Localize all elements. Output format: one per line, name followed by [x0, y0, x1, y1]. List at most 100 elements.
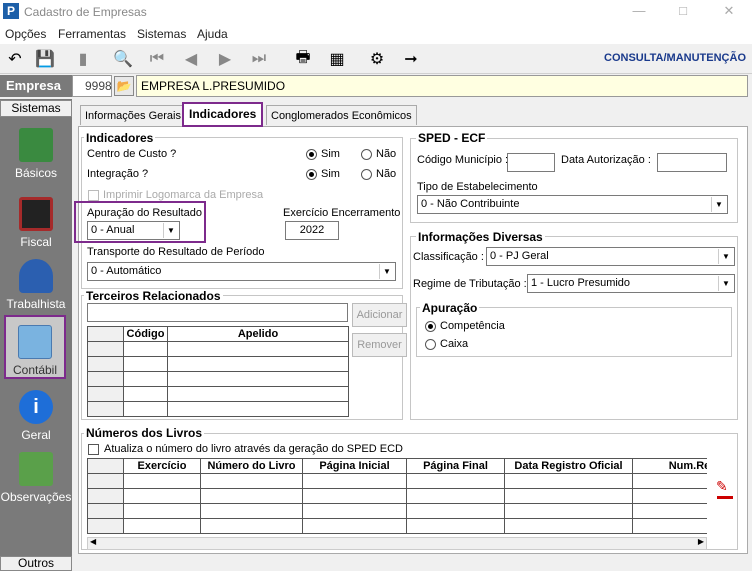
sidebar-item-observacoes[interactable]: Observações	[0, 452, 72, 512]
sidebar-item-fiscal[interactable]: Fiscal	[0, 197, 72, 257]
bookmark-icon[interactable]: ▮	[72, 48, 94, 70]
table-row[interactable]	[87, 518, 707, 534]
centro-custo-sim-radio[interactable]	[306, 149, 317, 160]
centro-custo-nao-radio[interactable]	[361, 149, 372, 160]
chevron-down-icon: ▼	[718, 276, 733, 291]
col-numero-livro[interactable]: Número do Livro	[200, 458, 303, 474]
competencia-label: Competência	[440, 320, 505, 332]
sidebar-header[interactable]: Sistemas	[0, 100, 72, 117]
sidebar-item-label: Trabalhista	[6, 297, 66, 311]
sidebar-item-label: Básicos	[14, 166, 58, 180]
cod-municipio-input[interactable]	[507, 153, 555, 172]
last-icon[interactable]: ⏭	[248, 48, 270, 70]
sidebar-item-contabil[interactable]: Contábil	[4, 315, 66, 379]
scroll-left-icon[interactable]: ◀	[90, 537, 96, 546]
integracao-nao-radio[interactable]	[361, 169, 372, 180]
table-row[interactable]	[87, 401, 349, 417]
table-row[interactable]	[87, 503, 707, 519]
classificacao-value: 0 - PJ Geral	[490, 250, 549, 262]
table-row[interactable]	[87, 356, 349, 372]
apuracao-select[interactable]: 0 - Anual ▼	[87, 221, 180, 240]
empresa-label: Empresa	[0, 75, 72, 97]
printer-icon[interactable]: 🖶	[292, 48, 314, 70]
caixa-radio[interactable]	[425, 339, 436, 350]
info-icon: i	[19, 390, 53, 424]
sidebar-footer[interactable]: Outros	[0, 556, 72, 571]
menu-ferramentas[interactable]: Ferramentas	[58, 27, 126, 41]
col-data-registro[interactable]: Data Registro Oficial	[504, 458, 633, 474]
empresa-code-input[interactable]: 9998	[72, 75, 112, 97]
sidebar-item-label: Fiscal	[20, 235, 52, 249]
competencia-radio[interactable]	[425, 321, 436, 332]
scroll-right-icon[interactable]: ▶	[698, 537, 704, 546]
chevron-down-icon: ▼	[711, 197, 726, 212]
empresa-name-field: EMPRESA L.PRESUMIDO	[136, 75, 748, 97]
tab-indicadores[interactable]: Indicadores	[182, 102, 264, 127]
col-exercicio[interactable]: Exercício	[123, 458, 201, 474]
adicionar-button[interactable]: Adicionar	[352, 303, 407, 327]
print-preview-icon[interactable]: 🔍	[112, 48, 134, 70]
exit-icon[interactable]: ➞	[400, 48, 422, 70]
regime-label: Regime de Tributação :	[413, 278, 527, 290]
menu-ajuda[interactable]: Ajuda	[197, 27, 228, 41]
table-row[interactable]	[87, 488, 707, 504]
undo-icon[interactable]: ↶	[4, 48, 26, 70]
col-pagina-final[interactable]: Página Final	[406, 458, 505, 474]
col-apelido[interactable]: Apelido	[167, 326, 349, 342]
transporte-label: Transporte do Resultado de Período	[87, 246, 265, 258]
cod-municipio-label: Código Município :	[417, 154, 509, 166]
close-icon[interactable]: ✕	[722, 4, 736, 18]
table-row[interactable]	[87, 341, 349, 357]
table-row[interactable]	[87, 371, 349, 387]
menu-opcoes[interactable]: Opções	[5, 27, 46, 41]
table-row[interactable]	[87, 473, 707, 489]
tipo-estab-select[interactable]: 0 - Não Contribuinte ▼	[417, 195, 728, 214]
centro-custo-nao-label: Não	[376, 148, 397, 160]
data-autorizacao-input[interactable]	[657, 153, 727, 172]
calculator-icon	[18, 325, 52, 359]
edit-pencil-icon[interactable]: ✎	[716, 478, 728, 495]
apuracao-title: Apuração	[420, 301, 480, 315]
livros-hscrollbar[interactable]: ◀ ▶	[87, 537, 707, 550]
previous-icon[interactable]: ◀	[180, 48, 202, 70]
menu-sistemas[interactable]: Sistemas	[137, 27, 186, 41]
book-icon	[19, 128, 53, 162]
regime-select[interactable]: 1 - Lucro Presumido ▼	[527, 274, 735, 293]
sidebar-item-trabalhista[interactable]: Trabalhista	[0, 259, 72, 319]
calculator-icon[interactable]: ▦	[326, 48, 348, 70]
remove-line-icon[interactable]	[717, 496, 733, 499]
transporte-select[interactable]: 0 - Automático ▼	[87, 262, 396, 281]
maximize-icon[interactable]: □	[676, 4, 690, 18]
classificacao-label: Classificação :	[413, 251, 484, 263]
open-folder-icon[interactable]: 📂	[114, 76, 134, 96]
integracao-sim-label: Sim	[321, 168, 340, 180]
integracao-sim-radio[interactable]	[306, 169, 317, 180]
imprimir-logo-checkbox[interactable]	[88, 190, 99, 201]
filter-icon[interactable]: ⚙	[366, 48, 388, 70]
integracao-nao-label: Não	[376, 168, 397, 180]
apuracao-value: 0 - Anual	[91, 224, 135, 236]
remover-button[interactable]: Remover	[352, 333, 407, 357]
col-codigo[interactable]: Código	[123, 326, 168, 342]
exercicio-input[interactable]: 2022	[285, 221, 339, 240]
terceiros-input[interactable]	[87, 303, 348, 322]
tab-informacoes-gerais[interactable]: Informações Gerais	[80, 105, 186, 125]
indicadores-title: Indicadores	[84, 131, 156, 145]
tab-conglomerados[interactable]: Conglomerados Econômicos	[266, 105, 417, 125]
classificacao-select[interactable]: 0 - PJ Geral ▼	[486, 247, 735, 266]
sidebar-item-geral[interactable]: i Geral	[0, 390, 72, 450]
first-icon[interactable]: ⏮	[146, 48, 168, 70]
minimize-icon[interactable]: —	[632, 4, 646, 18]
col-num-re[interactable]: Num.Re	[632, 458, 707, 474]
chevron-down-icon: ▼	[163, 223, 178, 238]
sidebar-item-basicos[interactable]: Básicos	[0, 128, 72, 188]
atualiza-livro-checkbox[interactable]	[88, 444, 99, 455]
mode-label: CONSULTA/MANUTENÇÃO	[604, 52, 746, 64]
tipo-estab-value: 0 - Não Contribuinte	[421, 198, 520, 210]
data-autorizacao-label: Data Autorização :	[561, 154, 651, 166]
next-icon[interactable]: ▶	[214, 48, 236, 70]
save-icon[interactable]: 💾	[34, 48, 56, 70]
col-pagina-inicial[interactable]: Página Inicial	[302, 458, 407, 474]
table-row[interactable]	[87, 386, 349, 402]
tipo-estab-label: Tipo de Estabelecimento	[417, 181, 538, 193]
